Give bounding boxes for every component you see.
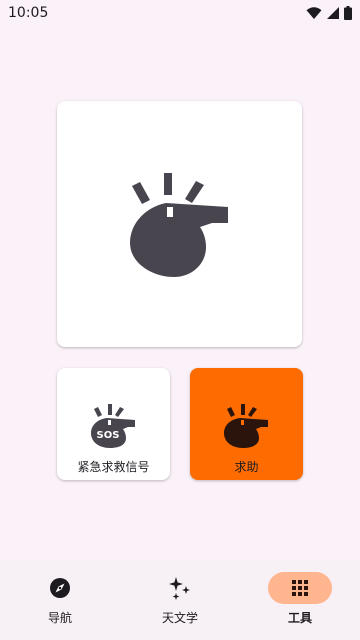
sparkle-icon [169,577,190,600]
compass-icon [50,578,70,598]
sos-signal-card[interactable]: SOS 紧急求救信号 [57,368,170,480]
nav-item-navigation[interactable]: 导航 [0,560,120,640]
nav-pill-active [268,572,332,604]
sos-text: SOS [97,430,120,441]
whistle-card[interactable] [57,101,302,347]
sos-signal-label: 紧急求救信号 [77,460,150,474]
whistle-icon [130,173,228,277]
battery-icon [344,6,352,20]
nav-item-tools[interactable]: 工具 [240,560,360,640]
status-time: 10:05 [8,5,49,21]
bottom-navigation: 导航 天文学 工具 [0,560,360,640]
nav-label: 天文学 [161,611,198,625]
cellular-signal-icon [327,7,339,19]
nav-pill [148,572,212,604]
nav-item-astronomy[interactable]: 天文学 [120,560,240,640]
nav-label: 导航 [47,611,72,625]
help-card[interactable]: 求助 [190,368,303,480]
nav-pill [28,572,92,604]
whistle-icon [224,404,268,448]
status-icons [306,6,352,20]
nav-label: 工具 [287,611,312,625]
grid-icon [292,580,308,596]
status-bar: 10:05 [0,0,360,26]
sos-whistle-icon: SOS [91,404,135,448]
help-label: 求助 [234,460,259,474]
wifi-icon [306,7,322,19]
